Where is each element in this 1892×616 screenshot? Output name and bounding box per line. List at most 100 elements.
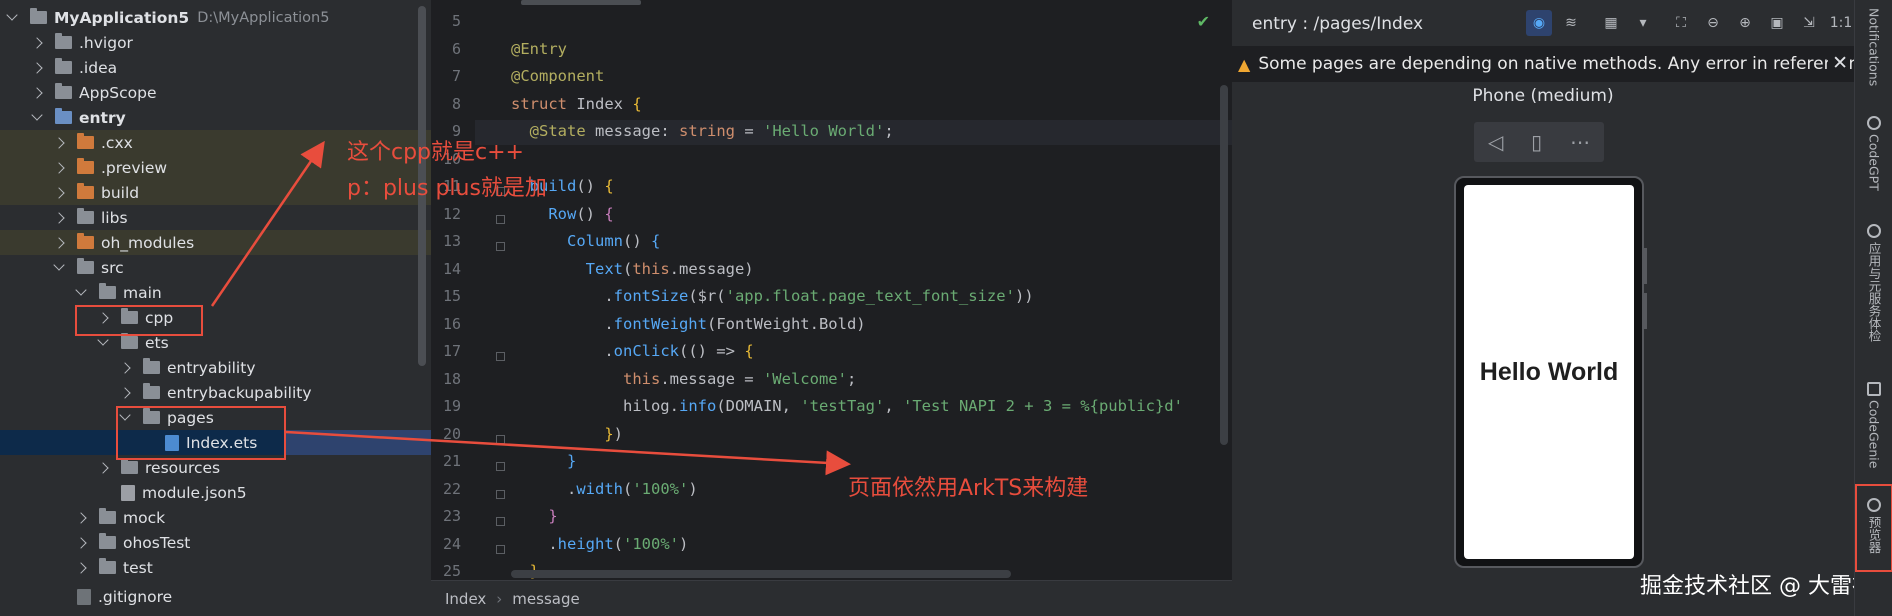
zoom-in-icon[interactable]: ⊕ (1732, 10, 1758, 36)
chevron-right-icon[interactable] (31, 36, 43, 49)
tree-item-label: AppScope (79, 83, 157, 102)
rotate-icon[interactable]: ▯ (1531, 130, 1542, 154)
grid-icon[interactable]: ▦ (1598, 10, 1624, 36)
chevron-right-icon[interactable] (53, 236, 65, 249)
chevron-down-icon[interactable] (31, 109, 43, 121)
zoom-out-icon[interactable]: ⊖ (1700, 10, 1726, 36)
fold-marker-icon[interactable] (496, 462, 505, 471)
code-line[interactable]: @State message: string = 'Hello World'; (511, 122, 894, 140)
code-line[interactable]: Column() { (511, 232, 660, 250)
breadcrumb-item[interactable]: message (512, 590, 579, 608)
app-check-tab[interactable]: 应用与元服务体检 (1855, 224, 1892, 342)
code-line[interactable]: this.message = 'Welcome'; (511, 370, 856, 388)
code-line[interactable]: .fontSize($r('app.float.page_text_font_s… (511, 287, 1033, 305)
codegpt-tab[interactable]: CodeGPT (1855, 116, 1892, 191)
tree-item-label: entryability (167, 358, 256, 377)
tree-item-hvigor[interactable]: .hvigor (0, 30, 431, 55)
chevron-right-icon[interactable] (53, 186, 65, 199)
fold-marker-icon[interactable] (496, 517, 505, 526)
code-line[interactable]: Row() { (511, 205, 613, 223)
chevron-right-icon[interactable] (119, 386, 131, 399)
breadcrumb-item[interactable]: Index (445, 590, 486, 608)
chevron-right-icon[interactable] (97, 461, 109, 474)
codegenie-icon (1867, 382, 1881, 396)
tree-item-oh-modules[interactable]: oh_modules (0, 230, 431, 255)
code-line[interactable]: hilog.info(DOMAIN, 'testTag', 'Test NAPI… (511, 397, 1183, 415)
fold-marker-icon[interactable] (496, 352, 505, 361)
code-line[interactable]: Text(this.message) (511, 260, 754, 278)
codegenie-tab[interactable]: CodeGenie (1855, 382, 1892, 468)
chevron-right-icon[interactable] (31, 61, 43, 74)
chevron-down-icon[interactable]: ▾ (1630, 10, 1656, 36)
pages-annotation: 页面依然用ArkTS来构建 (848, 476, 1089, 501)
project-tree: MyApplication5 D:\MyApplication5 .hvigor… (0, 0, 431, 616)
code-line[interactable]: } (511, 452, 576, 470)
phone-screen[interactable]: Hello World (1464, 185, 1634, 559)
code-line[interactable]: @Component (511, 67, 604, 85)
tree-item-ets[interactable]: ets (0, 330, 431, 355)
code-line[interactable]: } (511, 507, 557, 525)
tree-item-test[interactable]: test (0, 555, 431, 580)
tree-item-appscope[interactable]: AppScope (0, 80, 431, 105)
code-editor[interactable]: ✔ 5 6 7 8 9 10 11 12 13 14 15 16 17 18 1… (431, 0, 1232, 580)
fit-screen-icon[interactable]: ▣ (1764, 10, 1790, 36)
actual-size-icon[interactable]: ⇲ (1796, 10, 1822, 36)
chevron-down-icon[interactable] (97, 334, 109, 346)
chevron-right-icon[interactable] (53, 161, 65, 174)
layers-icon[interactable]: ≋ (1558, 10, 1584, 36)
close-icon[interactable]: ✕ (1828, 52, 1848, 74)
tree-item-root[interactable]: MyApplication5 D:\MyApplication5 (0, 5, 431, 30)
chevron-right-icon[interactable] (53, 211, 65, 224)
tree-item-cpp[interactable]: cpp (0, 305, 431, 330)
inspector-icon[interactable]: ◉ (1526, 10, 1552, 36)
fold-marker-icon[interactable] (496, 242, 505, 251)
ratio-icon[interactable]: 1:1 (1828, 10, 1854, 36)
fold-marker-icon[interactable] (496, 215, 505, 224)
code-line[interactable]: .onClick(() => { (511, 342, 753, 360)
code-line[interactable]: struct Index { (511, 95, 642, 113)
crop-icon[interactable]: ⛶ (1668, 10, 1694, 36)
phone-side-button (1644, 293, 1647, 329)
chevron-right-icon[interactable] (53, 136, 65, 149)
chevron-down-icon[interactable] (53, 259, 65, 271)
more-icon[interactable]: ⋯ (1570, 130, 1590, 154)
code-line[interactable]: .fontWeight(FontWeight.Bold) (511, 315, 865, 333)
tree-item-module-json5[interactable]: module.json5 (0, 480, 431, 505)
previewer-tab[interactable]: 预览器 (1855, 484, 1892, 572)
tree-item-gitignore[interactable]: .gitignore (0, 584, 431, 609)
back-icon[interactable]: ◁ (1488, 130, 1503, 154)
tree-item-libs[interactable]: libs (0, 205, 431, 230)
fold-marker-icon[interactable] (496, 490, 505, 499)
editor-vertical-scrollbar[interactable] (1220, 85, 1228, 445)
folder-icon (99, 558, 116, 574)
code-line[interactable]: .width('100%') (511, 480, 698, 498)
chevron-right-icon[interactable] (31, 86, 43, 99)
chevron-right-icon[interactable] (75, 511, 87, 524)
folder-icon (55, 33, 72, 49)
tree-item-entrybackupability[interactable]: entrybackupability (0, 380, 431, 405)
chevron-right-icon[interactable] (75, 561, 87, 574)
tree-item-src[interactable]: src (0, 255, 431, 280)
line-number: 21 (442, 452, 461, 470)
fold-marker-icon[interactable] (496, 545, 505, 554)
code-line[interactable]: @Entry (511, 40, 567, 58)
code-line[interactable]: .height('100%') (511, 535, 688, 553)
notifications-tab[interactable]: Notifications (1855, 4, 1892, 86)
line-number: 24 (442, 535, 461, 553)
editor-horizontal-scrollbar[interactable] (511, 570, 1011, 578)
fold-marker-icon[interactable] (496, 435, 505, 444)
tree-item-main[interactable]: main (0, 280, 431, 305)
hello-world-text[interactable]: Hello World (1480, 358, 1618, 387)
chevron-right-icon[interactable] (119, 361, 131, 374)
chevron-down-icon[interactable] (75, 284, 87, 296)
code-line[interactable]: }) (511, 425, 623, 443)
chevron-down-icon[interactable] (6, 9, 18, 21)
tree-item-entryability[interactable]: entryability (0, 355, 431, 380)
editor-top-scrollbar[interactable] (521, 0, 641, 5)
tree-item-idea[interactable]: .idea (0, 55, 431, 80)
chevron-right-icon[interactable] (75, 536, 87, 549)
tree-item-entry[interactable]: entry (0, 105, 431, 130)
tree-item-mock[interactable]: mock (0, 505, 431, 530)
tree-item-ohostest[interactable]: ohosTest (0, 530, 431, 555)
tree-item-label: .cxx (101, 133, 133, 152)
